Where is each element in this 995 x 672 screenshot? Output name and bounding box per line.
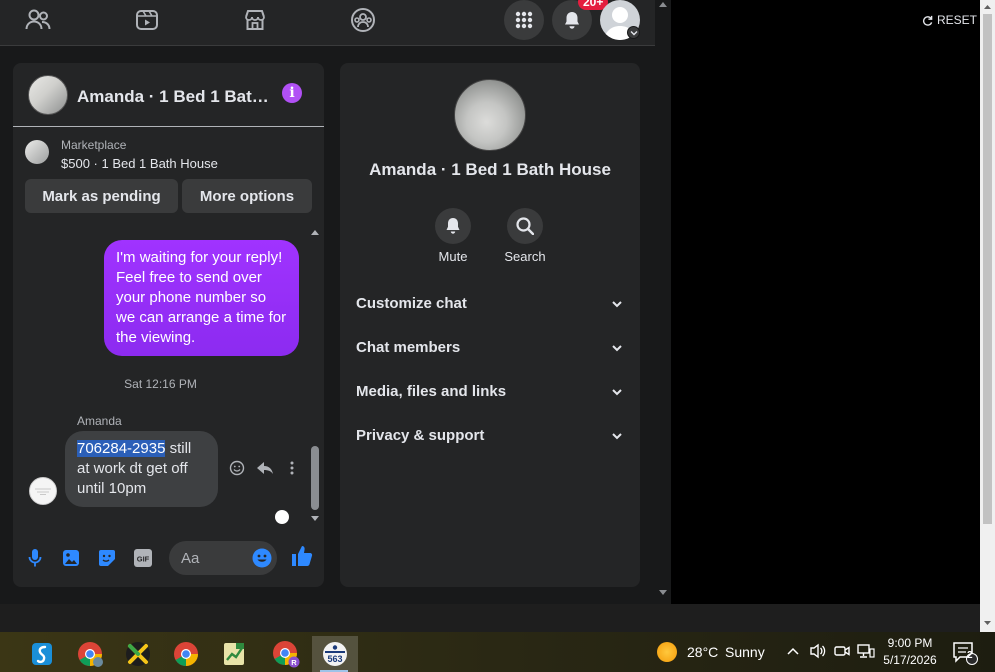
- outgoing-message[interactable]: I'm waiting for your reply! Feel free to…: [104, 240, 299, 356]
- mute-label: Mute: [438, 249, 468, 264]
- notification-count: 2: [967, 650, 973, 661]
- more-actions-icon[interactable]: [283, 459, 301, 477]
- mark-as-pending-button[interactable]: Mark as pending: [25, 179, 178, 213]
- watch-icon[interactable]: [132, 6, 162, 34]
- like-icon[interactable]: [291, 545, 313, 567]
- more-options-button[interactable]: More options: [182, 179, 312, 213]
- swiftkey-icon[interactable]: [20, 636, 64, 672]
- emoji-icon[interactable]: [251, 547, 273, 569]
- seen-indicator: [275, 510, 289, 524]
- system-clock[interactable]: 9:00 PM 5/17/2026: [880, 635, 940, 669]
- media-files-links-section[interactable]: Media, files and links: [356, 381, 624, 405]
- sender-name: Amanda: [77, 414, 122, 428]
- window-scroll-thumb[interactable]: [983, 14, 992, 524]
- menu-grid-icon[interactable]: [504, 0, 544, 40]
- details-panel: Amanda · 1 Bed 1 Bath House Mute Search …: [340, 63, 640, 587]
- clock-date: 5/17/2026: [883, 653, 937, 667]
- mute-button[interactable]: [435, 208, 471, 244]
- account-menu-chevron-icon[interactable]: [627, 26, 640, 39]
- incoming-message[interactable]: 706284-2935 still at work dt get off unt…: [65, 431, 218, 507]
- network-icon[interactable]: [857, 643, 875, 659]
- chrome-profile-r-icon[interactable]: R: [264, 636, 308, 672]
- marketplace-label: Marketplace: [61, 138, 127, 152]
- clock-time: 9:00 PM: [887, 636, 933, 650]
- message-input-placeholder: Aa: [181, 549, 200, 567]
- info-icon[interactable]: i: [282, 83, 302, 103]
- app-563-label: 563: [327, 654, 342, 664]
- reset-button[interactable]: RESET: [922, 13, 977, 27]
- customize-chat-section[interactable]: Customize chat: [356, 293, 624, 317]
- groups-icon[interactable]: [348, 6, 378, 34]
- screen: 20+ Amanda · 1 Bed 1 Bath House i Market…: [0, 0, 995, 672]
- chat-members-label: Chat members: [356, 339, 461, 356]
- chat-title[interactable]: Amanda · 1 Bed 1 Bath House: [77, 87, 272, 107]
- react-icon[interactable]: [228, 459, 246, 477]
- chevron-down-icon: [612, 345, 622, 352]
- weather-condition[interactable]: Sunny: [725, 644, 765, 660]
- chevron-down-icon: [612, 301, 622, 308]
- facebook-app: 20+ Amanda · 1 Bed 1 Bath House i Market…: [0, 0, 671, 604]
- top-navigation: 20+: [0, 0, 655, 46]
- chevron-up-icon[interactable]: [787, 646, 799, 656]
- meet-now-icon[interactable]: [834, 643, 850, 659]
- horizontal-scroll-area: [0, 604, 980, 632]
- reset-label: RESET: [937, 13, 978, 27]
- privacy-support-section[interactable]: Privacy & support: [356, 425, 624, 449]
- composer: GIF Aa: [13, 537, 324, 581]
- search-button[interactable]: [507, 208, 543, 244]
- friends-icon[interactable]: [23, 6, 53, 34]
- photo-icon[interactable]: [60, 547, 82, 569]
- temperature[interactable]: 28°C: [687, 644, 718, 660]
- chrome-profile-icon[interactable]: [68, 636, 112, 672]
- chevron-down-icon: [612, 433, 622, 440]
- sender-avatar[interactable]: [29, 477, 57, 505]
- details-title: Amanda · 1 Bed 1 Bath House: [369, 160, 611, 179]
- search-label: Search: [504, 249, 546, 264]
- page-scrollbar[interactable]: [655, 0, 671, 604]
- marketplace-icon[interactable]: [240, 6, 270, 34]
- message-scroll-thumb[interactable]: [311, 446, 319, 510]
- reply-icon[interactable]: [256, 459, 274, 477]
- speaker-icon[interactable]: [809, 643, 827, 659]
- chrome-icon[interactable]: [164, 636, 208, 672]
- xmind-icon[interactable]: [116, 636, 160, 672]
- listing-title[interactable]: $500 · 1 Bed 1 Bath House: [61, 156, 218, 171]
- spreadsheet-icon[interactable]: [212, 636, 256, 672]
- message-timestamp: Sat 12:16 PM: [124, 377, 197, 391]
- refresh-icon: [922, 15, 933, 26]
- profile-letter: R: [291, 658, 297, 667]
- media-files-links-label: Media, files and links: [356, 383, 507, 400]
- app-563-icon[interactable]: 563: [312, 636, 358, 672]
- conversation-avatar[interactable]: [454, 79, 526, 151]
- customize-chat-label: Customize chat: [356, 295, 467, 312]
- sticker-icon[interactable]: [96, 547, 118, 569]
- chat-avatar[interactable]: [28, 75, 68, 115]
- notification-center-icon[interactable]: [952, 641, 978, 665]
- microphone-icon[interactable]: [24, 547, 46, 569]
- gif-icon[interactable]: GIF: [132, 547, 154, 569]
- sun-icon[interactable]: [657, 642, 677, 662]
- message-list[interactable]: I'm waiting for your reply! Feel free to…: [13, 225, 324, 527]
- privacy-support-label: Privacy & support: [356, 427, 485, 444]
- chat-header: Amanda · 1 Bed 1 Bath House i: [13, 63, 324, 127]
- gif-label: GIF: [137, 555, 150, 564]
- selected-phone-number[interactable]: 706284-2935: [77, 440, 166, 457]
- chevron-down-icon: [612, 389, 622, 396]
- chat-members-section[interactable]: Chat members: [356, 337, 624, 361]
- listing-thumbnail: [25, 140, 49, 164]
- chat-panel: Amanda · 1 Bed 1 Bath House i Marketplac…: [13, 63, 324, 587]
